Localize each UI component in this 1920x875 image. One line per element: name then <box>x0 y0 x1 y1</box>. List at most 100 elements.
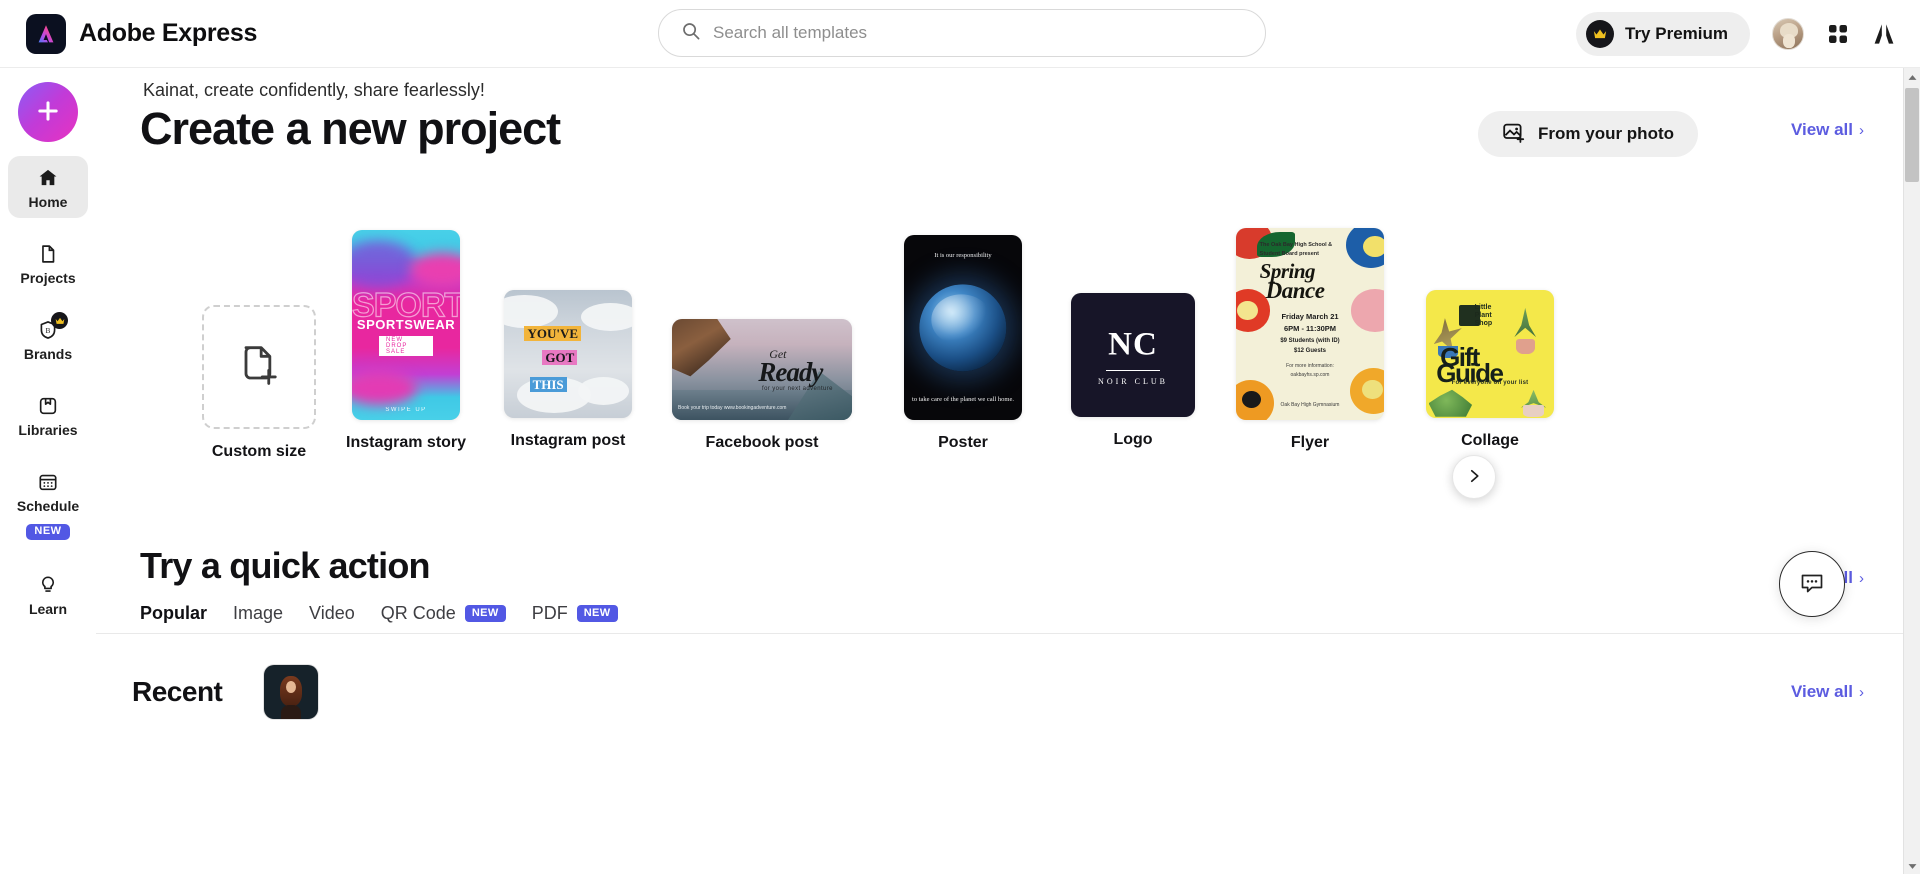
tab-video[interactable]: Video <box>309 603 381 624</box>
schedule-new-badge: NEW <box>26 524 70 540</box>
brand-shield-icon: B <box>37 312 68 341</box>
earth-illustration <box>919 283 1007 372</box>
instagram-story-thumbnail: SPORTSW SPORTSWEAR NEW DROP SALE SWIPE U… <box>352 230 461 420</box>
sidebar-label-brands: Brands <box>23 346 73 362</box>
vertical-scrollbar[interactable] <box>1903 68 1920 874</box>
scroll-down-button[interactable] <box>1904 857 1920 874</box>
sidebar-item-libraries[interactable]: Libraries <box>8 384 88 446</box>
view-all-projects-link[interactable]: View all › <box>1791 120 1864 140</box>
sidebar-item-schedule[interactable]: Schedule NEW <box>8 460 88 549</box>
scroll-up-button[interactable] <box>1904 68 1920 85</box>
flyer-info: For more information: oakbayhs.sp.com <box>1286 363 1334 378</box>
template-card-flyer[interactable]: The Oak Bay High School & Student Board … <box>1236 228 1384 452</box>
sidebar: Home Projects B Brands Libraries Schedul… <box>0 68 96 874</box>
top-bar-actions: Try Premium <box>1576 0 1896 68</box>
collage-subtitle: For everyone on your list <box>1451 379 1529 386</box>
collage-shop-name: Little Plant Shop <box>1474 304 1493 328</box>
plus-icon <box>34 97 62 128</box>
flyer-venue: Oak Bay High Gymnasium <box>1280 402 1340 409</box>
try-premium-button[interactable]: Try Premium <box>1576 12 1750 56</box>
apps-grid-icon[interactable] <box>1826 22 1850 46</box>
search-bar[interactable] <box>658 9 1266 57</box>
tab-new-badge: NEW <box>576 605 618 622</box>
home-icon <box>37 167 59 189</box>
collage-thumbnail: Little Plant Shop Gift Guide For everyon… <box>1426 290 1554 418</box>
page-title: Create a new project <box>140 103 561 154</box>
search-icon <box>681 21 701 46</box>
chat-bubble-icon <box>1798 569 1826 600</box>
template-card-label: Instagram story <box>346 434 467 451</box>
template-card-label: Flyer <box>1290 434 1330 451</box>
tab-popular[interactable]: Popular <box>140 603 233 624</box>
brand-logo[interactable]: Adobe Express <box>26 13 257 54</box>
tab-label: Popular <box>140 603 208 623</box>
adobe-logo-icon[interactable] <box>1872 22 1896 46</box>
view-all-label: View all <box>1790 120 1853 139</box>
template-card-label: Facebook post <box>705 434 819 451</box>
template-card-logo[interactable]: NC NOIR CLUB Logo <box>1071 293 1195 449</box>
poster-thumbnail: It is our responsibility to take care of… <box>904 235 1022 420</box>
adobe-express-logo-icon <box>26 13 66 54</box>
create-new-button[interactable] <box>18 82 78 142</box>
template-card-rail[interactable]: Custom size SPORTSW SPORTSWEAR NEW DROP … <box>96 228 1903 499</box>
sidebar-label-libraries: Libraries <box>18 422 78 438</box>
sidebar-label-home: Home <box>28 194 68 210</box>
flyer-thumbnail: The Oak Bay High School & Student Board … <box>1236 228 1384 420</box>
template-card-instagram-story[interactable]: SPORTSW SPORTSWEAR NEW DROP SALE SWIPE U… <box>346 230 466 452</box>
chat-support-button[interactable] <box>1779 551 1845 617</box>
sidebar-label-schedule: Schedule <box>16 498 80 514</box>
igstory-headline: SPORTSWEAR <box>356 317 456 333</box>
tab-label: Video <box>309 603 355 623</box>
template-card-label: Custom size <box>211 443 307 460</box>
svg-text:B: B <box>46 326 51 335</box>
template-card-custom-size[interactable]: Custom size <box>202 305 316 461</box>
igstory-subtext: NEW DROP SALE <box>379 336 434 357</box>
caret-up-icon <box>1908 68 1917 86</box>
tab-pdf[interactable]: PDF NEW <box>532 603 644 624</box>
from-your-photo-button[interactable]: From your photo <box>1478 111 1698 157</box>
facebook-footer: Book your trip today www.bookingadventur… <box>678 404 787 411</box>
template-card-collage[interactable]: Little Plant Shop Gift Guide For everyon… <box>1426 290 1554 450</box>
quick-action-tabs: Popular Image Video QR Code NEW PDF NEW <box>140 603 644 624</box>
tab-qr-code[interactable]: QR Code NEW <box>381 603 532 624</box>
template-card-facebook-post[interactable]: Get Ready for your next adventure Book y… <box>672 319 852 452</box>
caret-down-icon <box>1908 857 1917 875</box>
scrollbar-thumb[interactable] <box>1905 88 1919 182</box>
sidebar-label-projects: Projects <box>20 270 76 286</box>
tab-label: PDF <box>531 603 568 623</box>
template-card-instagram-post[interactable]: YOU'VE GOT THIS Instagram post <box>504 290 632 450</box>
quick-action-title: Try a quick action <box>140 545 431 586</box>
sidebar-item-learn[interactable]: Learn <box>8 563 88 625</box>
user-avatar[interactable] <box>1772 18 1804 50</box>
facebook-ready-text: Ready <box>758 357 823 388</box>
custom-size-thumbnail <box>202 305 316 429</box>
new-document-icon <box>233 339 285 396</box>
rail-next-button[interactable] <box>1452 455 1496 499</box>
tab-label: QR Code <box>380 603 456 623</box>
template-card-poster[interactable]: It is our responsibility to take care of… <box>904 235 1022 452</box>
sidebar-item-home[interactable]: Home <box>8 156 88 218</box>
template-card-label: Collage <box>1461 432 1519 449</box>
tab-label: Image <box>233 603 284 623</box>
sidebar-item-brands[interactable]: B Brands <box>8 308 88 370</box>
library-box-icon <box>37 395 59 417</box>
recent-section: Recent View all › <box>96 642 1903 742</box>
tab-new-badge: NEW <box>464 605 506 622</box>
tab-image[interactable]: Image <box>233 603 309 624</box>
view-all-recent-link[interactable]: View all › <box>1791 682 1864 702</box>
igpost-line3: THIS <box>529 377 567 393</box>
flyer-presenter: The Oak Bay High School & Student Board … <box>1259 242 1333 257</box>
recent-project-thumbnail[interactable] <box>264 665 319 719</box>
search-input[interactable] <box>713 23 1243 43</box>
chevron-right-icon: › <box>1859 121 1864 139</box>
igstory-footer: SWIPE UP <box>385 407 427 413</box>
instagram-post-thumbnail: YOU'VE GOT THIS <box>504 290 632 418</box>
recent-title: Recent <box>132 676 223 707</box>
facebook-post-thumbnail: Get Ready for your next adventure Book y… <box>672 319 852 420</box>
file-icon <box>37 243 59 265</box>
sidebar-item-projects[interactable]: Projects <box>8 232 88 294</box>
